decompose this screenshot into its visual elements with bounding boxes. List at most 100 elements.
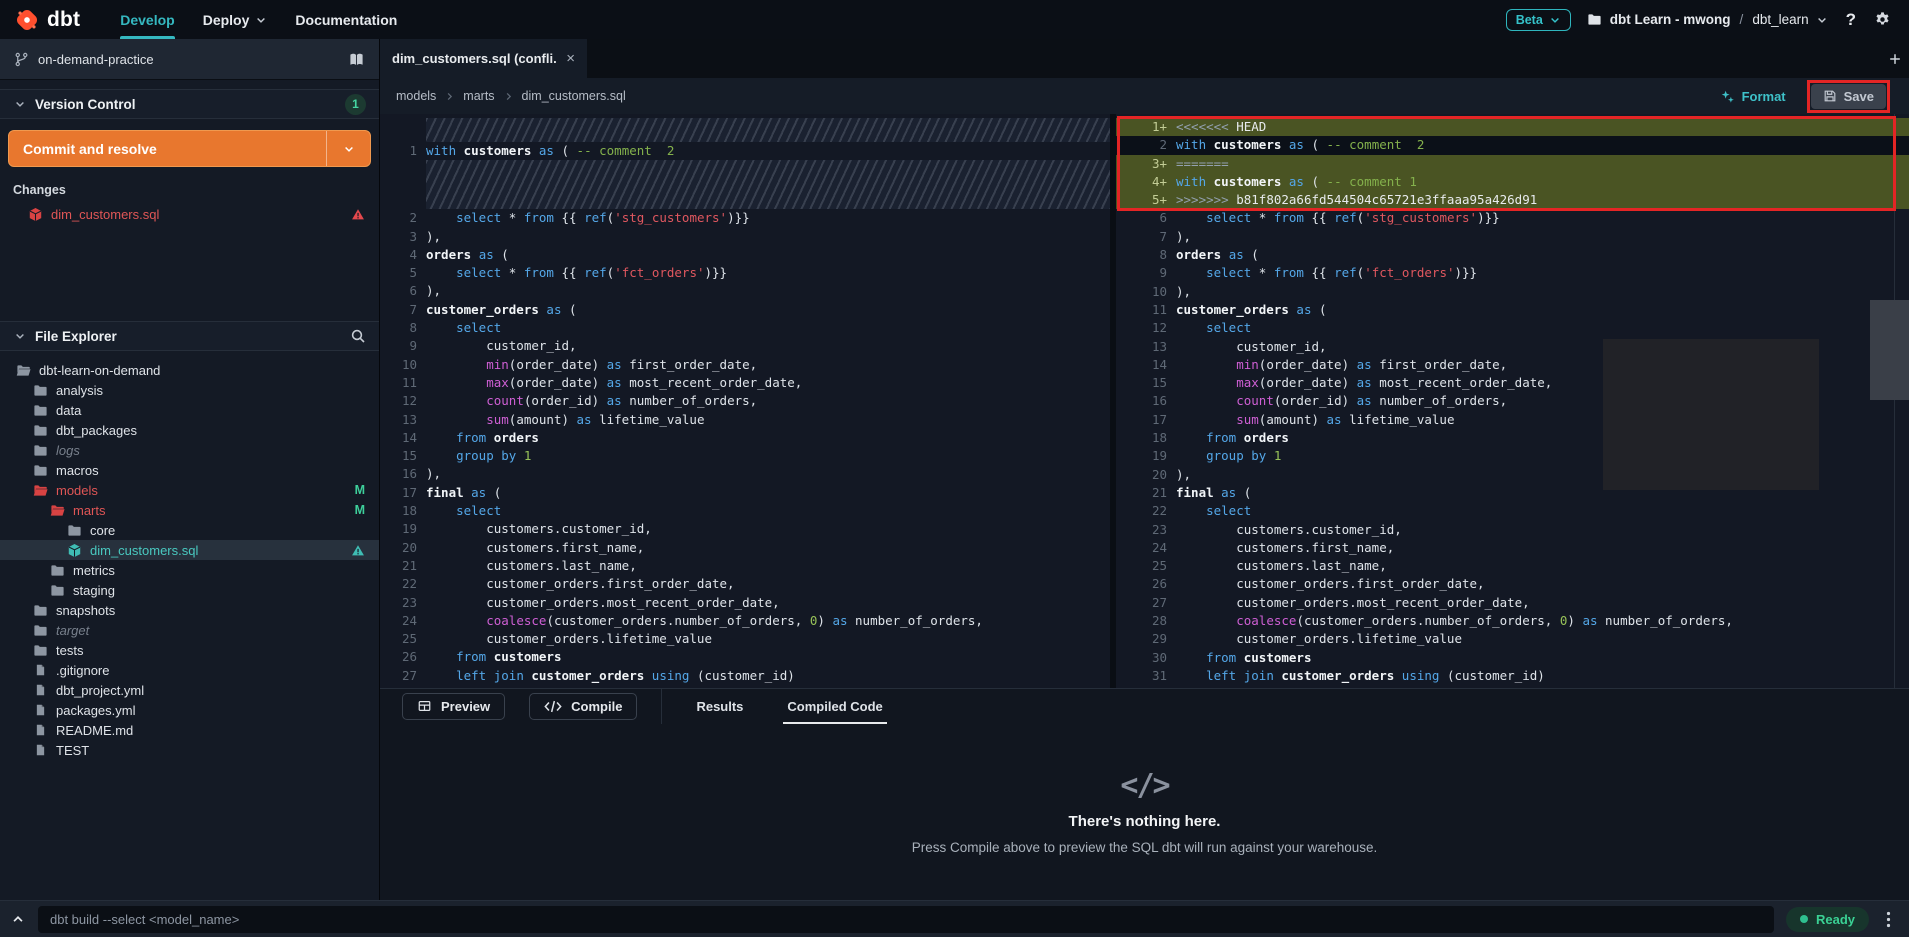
code-line: 19 customers.customer_id, xyxy=(380,520,1110,538)
line-number: 15 xyxy=(380,447,426,465)
editor-tab-bar: dim_customers.sql (confli... × xyxy=(380,39,1909,78)
nav-deploy[interactable]: Deploy xyxy=(189,0,282,39)
line-number: 1+ xyxy=(1116,118,1176,136)
tree-item-snapshots[interactable]: snapshots xyxy=(0,600,379,620)
folder-icon xyxy=(33,423,48,438)
save-button[interactable]: Save xyxy=(1811,84,1886,109)
code-line: 16), xyxy=(380,465,1110,483)
tree-item-dim-customers-sql[interactable]: dim_customers.sql xyxy=(0,540,379,560)
project-selector[interactable]: dbt Learn - mwong / dbt_learn xyxy=(1587,12,1828,27)
code-line: 1with customers as ( -- comment 2 xyxy=(380,142,1110,160)
folder-open-icon xyxy=(50,503,65,518)
tab-close-icon[interactable]: × xyxy=(566,50,575,67)
code-line: 4+with customers as ( -- comment 1 xyxy=(1116,173,1909,191)
chevron-down-icon xyxy=(1549,14,1561,26)
format-button[interactable]: Format xyxy=(1720,89,1786,104)
line-number: 17 xyxy=(1116,411,1176,429)
changes-count-badge: 1 xyxy=(345,94,366,115)
preview-button[interactable]: Preview xyxy=(402,693,505,720)
tree-item-marts[interactable]: martsM xyxy=(0,500,379,520)
line-number: 9 xyxy=(1116,264,1176,282)
tree-item-metrics[interactable]: metrics xyxy=(0,560,379,580)
docs-book-icon[interactable] xyxy=(348,52,365,67)
tree-item-label: tests xyxy=(56,643,83,658)
command-input[interactable] xyxy=(38,906,1774,933)
nav-develop[interactable]: Develop xyxy=(106,0,188,39)
breadcrumb-item: dim_customers.sql xyxy=(522,89,626,103)
tree-item-logs[interactable]: logs xyxy=(0,440,379,460)
version-control-body: Commit and resolve Changes dim_customers… xyxy=(0,119,379,321)
tree-item-label: dbt-learn-on-demand xyxy=(39,363,160,378)
tree-item--gitignore[interactable]: .gitignore xyxy=(0,660,379,680)
line-number: 23 xyxy=(380,594,426,612)
file-search-icon[interactable] xyxy=(350,328,366,344)
kebab-menu-icon[interactable] xyxy=(1881,911,1895,928)
tree-item-dbt-project-yml[interactable]: dbt_project.yml xyxy=(0,680,379,700)
line-number: 10 xyxy=(1116,283,1176,301)
settings-gear-icon[interactable] xyxy=(1874,11,1891,28)
tree-item-analysis[interactable]: analysis xyxy=(0,380,379,400)
change-item[interactable]: dim_customers.sql xyxy=(0,203,379,225)
line-number: 21 xyxy=(1116,484,1176,502)
modified-badge: M xyxy=(355,503,365,517)
editor-pane-left[interactable]: 1with customers as ( -- comment 22 selec… xyxy=(380,114,1110,688)
tab-results[interactable]: Results xyxy=(686,689,753,724)
compile-button[interactable]: Compile xyxy=(529,693,637,720)
folder-icon xyxy=(33,443,48,458)
line-number: 2 xyxy=(380,209,426,227)
code-line: 6 select * from {{ ref('stg_customers')}… xyxy=(1116,209,1909,227)
line-number: 31 xyxy=(1116,667,1176,685)
editor-scrollbar-thumb[interactable] xyxy=(1870,300,1909,400)
code-brackets-icon: </> xyxy=(1120,768,1168,803)
commit-options-caret[interactable] xyxy=(326,131,370,166)
git-branch-row[interactable]: on-demand-practice xyxy=(0,39,379,80)
tree-item-readme-md[interactable]: README.md xyxy=(0,720,379,740)
code-line: 7), xyxy=(1116,228,1909,246)
file-explorer-header[interactable]: File Explorer xyxy=(0,321,379,351)
beta-selector[interactable]: Beta xyxy=(1506,9,1571,31)
chevron-down-icon xyxy=(13,330,26,342)
tree-item-macros[interactable]: macros xyxy=(0,460,379,480)
tab-dim-customers[interactable]: dim_customers.sql (confli... × xyxy=(380,39,587,78)
tree-item-core[interactable]: core xyxy=(0,520,379,540)
tab-compiled-code[interactable]: Compiled Code xyxy=(777,689,892,724)
code-line: 14 from orders xyxy=(380,429,1110,447)
folder-icon xyxy=(33,603,48,618)
version-control-header[interactable]: Version Control 1 xyxy=(0,89,379,119)
tree-item-tests[interactable]: tests xyxy=(0,640,379,660)
code-line: 25 customers.last_name, xyxy=(1116,557,1909,575)
tree-item-test[interactable]: TEST xyxy=(0,740,379,760)
code-line: 31 left join customer_orders using (cust… xyxy=(1116,667,1909,685)
line-number: 18 xyxy=(1116,429,1176,447)
main-area: on-demand-practice Version Control 1 Com… xyxy=(0,39,1909,900)
dbt-logo[interactable]: dbt xyxy=(14,7,80,33)
sparkle-icon xyxy=(1720,89,1735,104)
empty-state-title: There's nothing here. xyxy=(1069,813,1221,830)
code-line: 1+<<<<<<< HEAD xyxy=(1116,118,1909,136)
editor-split: 1with customers as ( -- comment 22 selec… xyxy=(380,114,1909,688)
file-icon xyxy=(33,723,48,737)
chevron-down-icon xyxy=(342,143,356,155)
tree-item-data[interactable]: data xyxy=(0,400,379,420)
project-name: dbt_learn xyxy=(1752,12,1808,27)
commit-and-resolve-button[interactable]: Commit and resolve xyxy=(8,130,371,167)
floppy-save-icon xyxy=(1823,89,1837,103)
dbt-cloud-ide: dbt Develop Deploy Documentation Beta db… xyxy=(0,0,1909,937)
help-button[interactable]: ? xyxy=(1844,10,1858,30)
tree-item-staging[interactable]: staging xyxy=(0,580,379,600)
tree-item-dbt-learn-on-demand[interactable]: dbt-learn-on-demand xyxy=(0,360,379,380)
new-tab-button[interactable] xyxy=(1884,48,1906,70)
nav-documentation[interactable]: Documentation xyxy=(281,0,411,39)
tree-item-models[interactable]: modelsM xyxy=(0,480,379,500)
account-name: dbt Learn - mwong xyxy=(1610,12,1731,27)
expand-panel-chevron[interactable] xyxy=(10,912,26,926)
tree-item-dbt-packages[interactable]: dbt_packages xyxy=(0,420,379,440)
change-file-name: dim_customers.sql xyxy=(51,207,159,222)
line-number: 10 xyxy=(380,356,426,374)
conflict-hatch-band xyxy=(380,160,1110,209)
tree-item-packages-yml[interactable]: packages.yml xyxy=(0,700,379,720)
bottom-panel-tabs: Preview Compile Results Compiled Code xyxy=(380,688,1909,723)
folder-icon xyxy=(33,383,48,398)
code-line: 4orders as ( xyxy=(380,246,1110,264)
tree-item-target[interactable]: target xyxy=(0,620,379,640)
